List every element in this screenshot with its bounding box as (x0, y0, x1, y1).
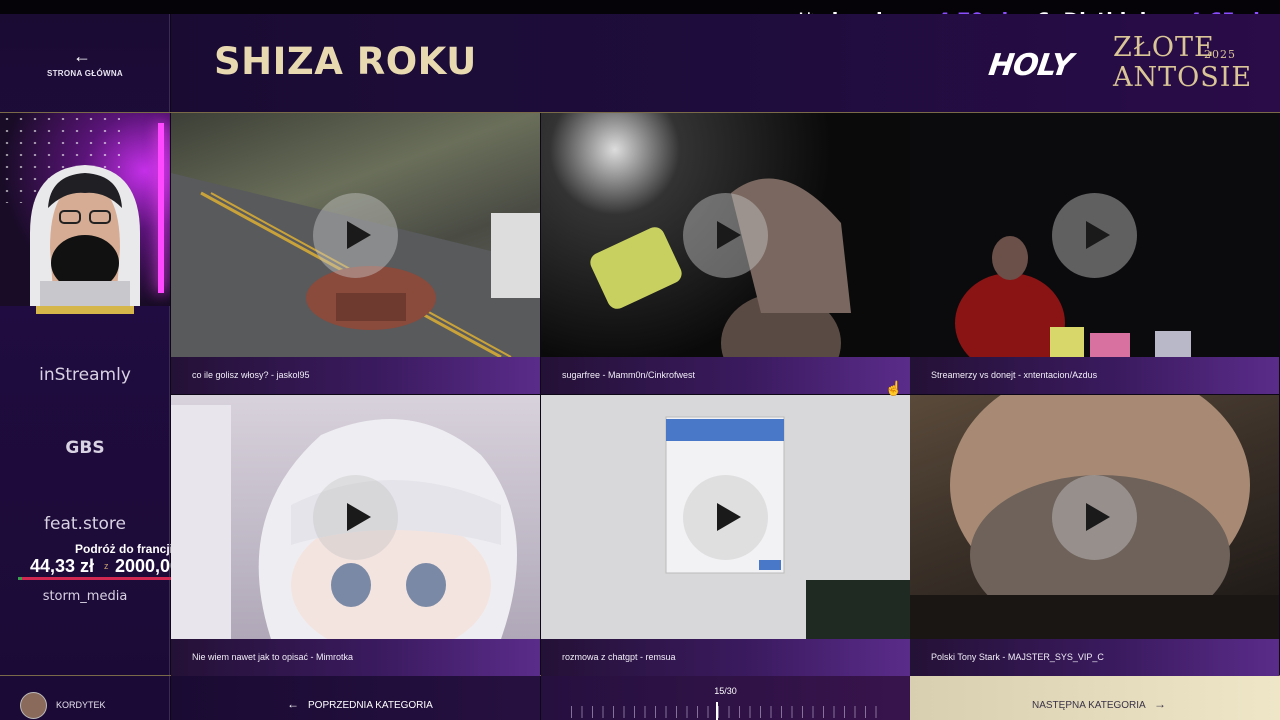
arrow-right-icon: → (1154, 697, 1166, 711)
tile-title: rozmowa z chatgpt - remsua (562, 652, 676, 662)
play-icon[interactable] (313, 475, 398, 560)
tile-title: Streamerzy vs donejt - xntentacion/Azdus (931, 370, 1098, 380)
prev-category-label: POPRZEDNIA KATEGORIA (308, 700, 433, 711)
avatar (20, 692, 47, 719)
tile-caption: Polski Tony Stark - MAJSTER_SYS_VIP_C (910, 639, 1279, 676)
sponsor-stormmedia: storm_media (0, 589, 170, 604)
video-tile[interactable]: Streamerzy vs donejt - xntentacion/Azdus (910, 113, 1279, 394)
play-icon[interactable] (1052, 193, 1137, 278)
play-icon[interactable] (313, 193, 398, 278)
holy-logo: HOLY (986, 48, 1075, 83)
pagination: 15/30 (541, 676, 910, 720)
tile-title: Polski Tony Stark - MAJSTER_SYS_VIP_C (931, 652, 1104, 662)
event-logo-line1: ZŁOTE (1113, 32, 1215, 63)
arrow-left-icon: ← (73, 46, 91, 66)
goal-current: 44,33 zł (30, 556, 95, 576)
video-tile[interactable]: co ile golisz włosy? - jaskol95 (171, 113, 540, 394)
page-counter: 15/30 (714, 686, 737, 696)
next-category-button[interactable]: NASTĘPNA KATEGORIA → (910, 676, 1280, 720)
tile-caption: Streamerzy vs donejt - xntentacion/Azdus (910, 357, 1279, 394)
streamer-webcam (0, 113, 170, 306)
sponsor-label: feat.store (44, 514, 126, 534)
tile-caption: co ile golisz włosy? - jaskol95 (171, 357, 540, 394)
video-tile[interactable]: Nie wiem nawet jak to opisać - Mimrotka (171, 395, 540, 676)
goal-separator: z (104, 561, 109, 571)
event-logo-year: 2025 (1204, 48, 1236, 61)
goal-progress-fill (18, 577, 23, 580)
tile-caption: rozmowa z chatgpt - remsua (541, 639, 910, 676)
page-tick-active (715, 702, 718, 720)
tile-title: co ile golisz włosy? - jaskol95 (192, 370, 310, 380)
video-tile[interactable]: rozmowa z chatgpt - remsua (541, 395, 910, 676)
tile-caption: sugarfree - Mamm0n/Cinkrofwest (541, 357, 910, 394)
goal-title: Podróż do francji (75, 542, 174, 556)
sponsor-label: storm_media (42, 589, 128, 604)
next-category-label: NASTĘPNA KATEGORIA (1032, 700, 1146, 711)
prev-category-button[interactable]: ← POPRZEDNIA KATEGORIA (171, 676, 540, 720)
video-tile[interactable]: sugarfree - Mamm0n/Cinkrofwest (541, 113, 910, 394)
sponsor-gbs: GBS (0, 438, 170, 458)
arrow-left-icon: ← (287, 697, 299, 711)
page-ticks[interactable] (571, 706, 881, 718)
play-icon[interactable] (683, 475, 768, 560)
tile-title: Nie wiem nawet jak to opisać - Mimrotka (192, 652, 354, 662)
page-header: SHIZA ROKU HOLY ZŁOTE 2025 ANTOSIE (171, 14, 1280, 112)
tile-title: sugarfree - Mamm0n/Cinkrofwest (562, 370, 696, 380)
mouse-cursor-icon: ☝ (885, 380, 903, 396)
video-tile[interactable]: Polski Tony Stark - MAJSTER_SYS_VIP_C (910, 395, 1279, 676)
page-title: SHIZA ROKU (214, 40, 477, 83)
sponsor-featstore: feat.store (0, 514, 170, 534)
event-logo-line2: ANTOSIE (1113, 62, 1253, 93)
sponsor-label: inStreamly (39, 365, 131, 385)
webcam-bar (36, 306, 134, 314)
sponsor-label: GBS (65, 438, 105, 458)
play-icon[interactable] (683, 193, 768, 278)
play-icon[interactable] (1052, 475, 1137, 560)
home-label: STRONA GŁÓWNA (46, 69, 124, 78)
home-button[interactable]: ← STRONA GŁÓWNA (0, 14, 170, 112)
sponsor-instreamly: inStreamly (0, 365, 170, 385)
tile-caption: Nie wiem nawet jak to opisać - Mimrotka (171, 639, 540, 676)
profile-name: KORDYTEK (56, 700, 106, 710)
profile[interactable]: KORDYTEK (0, 676, 170, 720)
